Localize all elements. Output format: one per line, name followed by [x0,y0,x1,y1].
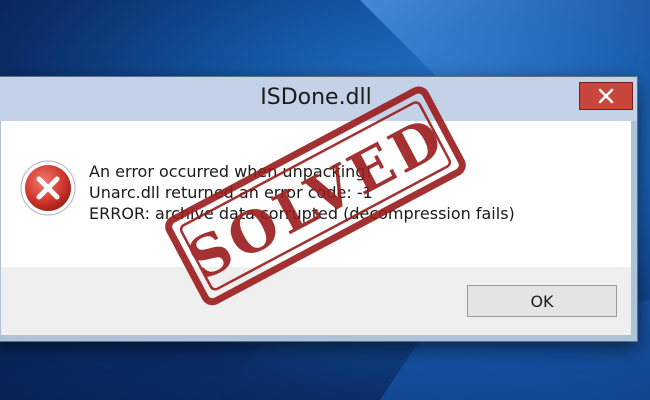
error-message: An error occurred when unpacking! Unarc.… [89,161,515,224]
error-dialog: ISDone.dll An error occurred when unpack… [0,76,638,342]
error-message-line-1: An error occurred when unpacking! [89,162,372,181]
dialog-body: An error occurred when unpacking! Unarc.… [1,121,631,335]
ok-button[interactable]: OK [467,285,617,317]
close-icon [598,88,614,104]
dialog-title: ISDone.dll [260,85,372,110]
error-message-line-2: Unarc.dll returned an error code: -1 [89,183,373,202]
error-icon [20,160,76,216]
button-bar: OK [1,267,631,335]
dialog-titlebar[interactable]: ISDone.dll [0,77,637,121]
close-button[interactable] [579,82,633,110]
error-message-line-3: ERROR: archive data corrupted (decompres… [89,204,515,223]
message-area: An error occurred when unpacking! Unarc.… [1,121,631,267]
